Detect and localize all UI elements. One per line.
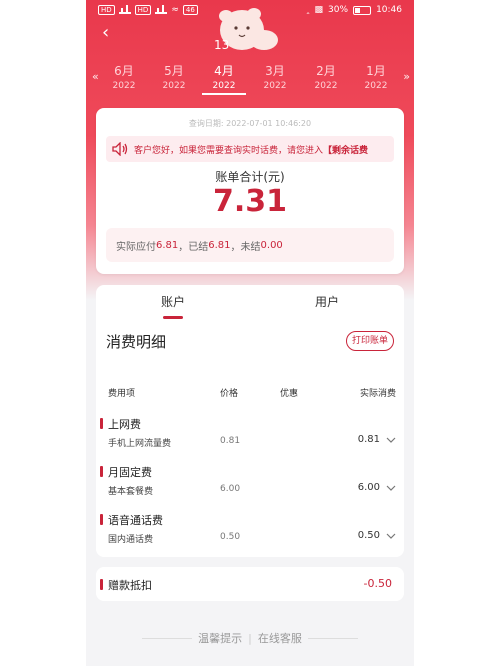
month-tab-6[interactable]: 6月 2022 <box>102 62 146 91</box>
battery-icon <box>353 5 372 15</box>
year-label: 2022 <box>314 81 338 91</box>
column-actual: 实际消费 <box>359 389 396 399</box>
item-price: 6.00 <box>220 484 241 494</box>
month-tab-3[interactable]: 3月 2022 <box>253 62 297 91</box>
month-label: 2月 <box>316 64 336 78</box>
pay-paid: 6.81 <box>208 239 231 251</box>
tab-user[interactable]: 用户 <box>250 293 404 310</box>
wifi-icon: ≈ <box>171 5 179 15</box>
chevron-left-icon[interactable]: « <box>92 70 99 83</box>
consumption-details: 消费明细 打印账单 费用项 价格 优惠 实际消费 上网费 手机上网流量费 0.8… <box>96 319 404 557</box>
pay-mid2: ，未结 <box>230 241 261 253</box>
month-label: 3月 <box>265 64 285 78</box>
year-label: 2022 <box>162 81 186 91</box>
hd-badge: HD <box>98 5 115 15</box>
vibrate-icon: ▩ <box>314 5 324 15</box>
group-label-voice: 语音通话费 <box>100 512 163 528</box>
discount-amount: -0.50 <box>363 577 392 590</box>
item-actual-row[interactable]: 6.00 <box>358 482 396 493</box>
month-tab-2[interactable]: 2月 2022 <box>304 62 348 91</box>
notice-text: 客户您好，如果您需要查询实时话费，请您进入 <box>134 145 324 156</box>
month-label: 5月 <box>164 64 184 78</box>
divider <box>142 637 193 639</box>
column-price: 价格 <box>220 389 239 399</box>
item-actual-row[interactable]: 0.81 <box>358 434 396 445</box>
footer: 温馨提示 | 在线客服 <box>86 628 414 648</box>
month-tab-4[interactable]: 4月 2022 <box>202 62 246 95</box>
bill-tabs: 账户 用户 <box>96 285 404 319</box>
phone-number-fragment: 13 <box>214 38 230 52</box>
status-right: ‸ ▩ 30% 10:46 <box>306 5 402 15</box>
battery-percent: 30% <box>328 5 349 15</box>
item-name: 基本套餐费 <box>108 487 154 497</box>
phone-screen: HD HD ≈ 46 ‸ ▩ 30% 10:46 ‹ 13 « 6月 2022 <box>86 0 414 666</box>
month-label: 1月 <box>366 64 386 78</box>
footer-separator: | <box>248 631 252 645</box>
item-name: 国内通话费 <box>108 535 154 545</box>
details-title: 消费明细 <box>106 333 167 351</box>
item-price: 0.81 <box>220 436 241 446</box>
chevron-right-icon[interactable]: » <box>403 70 410 83</box>
bill-summary-card: 查询日期: 2022-07-01 10:46:20 客户您好，如果您需要查询实时… <box>96 108 404 274</box>
month-selector: « 6月 2022 5月 2022 4月 2022 3月 2022 2月 202… <box>86 62 414 98</box>
realtime-notice[interactable]: 客户您好，如果您需要查询实时话费，请您进入 【剩余话费 <box>106 136 394 162</box>
item-actual-value: 0.81 <box>357 434 380 445</box>
gift-deduction-row: 赠款抵扣 -0.50 <box>96 567 404 601</box>
year-label: 2022 <box>364 81 388 91</box>
group-label-monthly: 月固定费 <box>100 464 152 480</box>
chevron-down-icon <box>386 485 396 491</box>
pay-mid: ，已结 <box>178 241 209 253</box>
payment-status-bar: 实际应付 6.81 ，已结 6.81 ，未结 0.00 <box>106 228 394 262</box>
signal-icon <box>118 5 131 14</box>
chevron-down-icon <box>386 533 396 539</box>
month-label: 4月 <box>214 64 234 78</box>
item-actual-value: 0.50 <box>357 530 380 541</box>
pay-due: 6.81 <box>156 239 179 251</box>
item-actual-row[interactable]: 0.50 <box>358 530 396 541</box>
mascot-icon <box>219 8 278 50</box>
group-label-internet: 上网费 <box>100 416 141 432</box>
year-label: 2022 <box>202 81 246 95</box>
chevron-down-icon <box>386 437 396 443</box>
clock: 10:46 <box>376 5 402 15</box>
item-name: 手机上网流量费 <box>108 439 172 449</box>
month-tab-5[interactable]: 5月 2022 <box>152 62 196 91</box>
speaker-icon <box>112 142 128 156</box>
discount-label: 赠款抵扣 <box>100 577 152 593</box>
column-item: 费用项 <box>108 389 136 399</box>
tab-account[interactable]: 账户 <box>96 293 250 319</box>
signal-group: HD HD ≈ 46 <box>98 5 198 15</box>
item-actual-value: 6.00 <box>357 482 380 493</box>
print-bill-button[interactable]: 打印账单 <box>345 331 394 351</box>
footer-tip[interactable]: 温馨提示 <box>198 630 242 646</box>
back-icon[interactable]: ‹ <box>102 24 116 42</box>
divider <box>307 637 358 639</box>
column-discount: 优惠 <box>280 389 299 399</box>
year-label: 2022 <box>112 81 136 91</box>
hd-badge-2: HD <box>134 5 152 15</box>
notice-link[interactable]: 【剩余话费 <box>323 143 368 156</box>
pay-prefix: 实际应付 <box>116 241 156 253</box>
pay-unpaid: 0.00 <box>260 239 283 251</box>
network-badge: 46 <box>182 5 198 15</box>
total-amount: 7.31 <box>212 184 288 219</box>
query-date: 查询日期: 2022-07-01 10:46:20 <box>188 119 312 128</box>
year-label: 2022 <box>263 81 287 91</box>
bluetooth-icon: ‸ <box>306 5 310 15</box>
total-label: 账单合计(元) <box>215 170 285 184</box>
month-label: 6月 <box>114 64 134 78</box>
month-tab-1[interactable]: 1月 2022 <box>354 62 398 91</box>
signal-icon-2 <box>155 5 168 14</box>
item-price: 0.50 <box>220 532 241 542</box>
online-service-link[interactable]: 在线客服 <box>258 630 302 646</box>
